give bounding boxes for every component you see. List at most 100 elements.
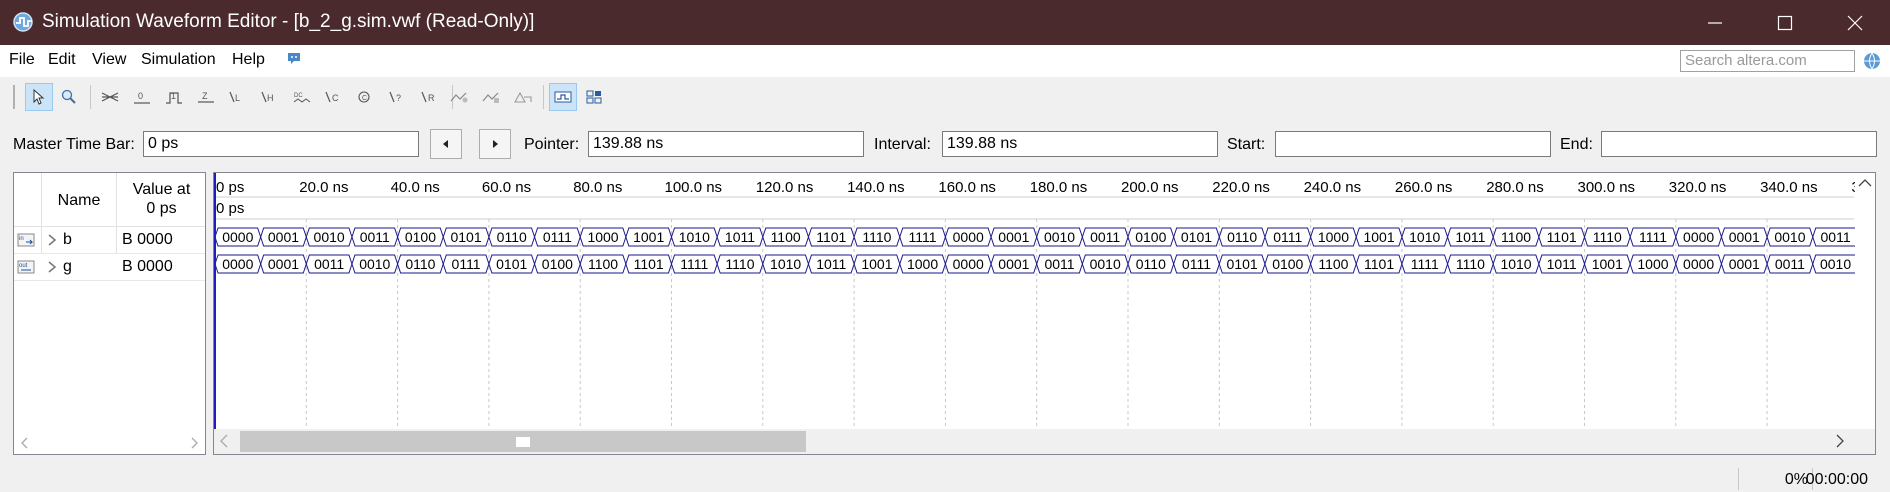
search-input[interactable]: Search altera.com [1680, 50, 1855, 72]
force-unknown-button[interactable] [96, 83, 124, 111]
menu-file[interactable]: File [9, 51, 35, 69]
waveform-view-icon [554, 91, 572, 103]
count-value-button[interactable]: C [352, 83, 380, 111]
svg-text:H: H [267, 93, 274, 103]
waveform-view-button[interactable] [549, 83, 577, 111]
waveform-value-label: 0110 [1136, 256, 1166, 272]
scroll-left-icon[interactable] [20, 437, 30, 449]
waveform-value-label: 0000 [222, 229, 253, 245]
generate-netlist-button[interactable] [509, 83, 537, 111]
waveform-value-label: 0010 [1044, 229, 1075, 245]
generate-netlist-icon [514, 91, 532, 103]
time-tick-label: 100.0 ns [665, 179, 723, 196]
status-bar: 0% 00:00:00 [0, 466, 1890, 492]
time-tick-label: 300.0 ns [1578, 179, 1636, 196]
time-tick-label: 120.0 ns [756, 179, 814, 196]
force-low-button[interactable]: 0 [128, 83, 156, 111]
waveform-value-label: 0010 [1774, 229, 1805, 245]
run-timing-simulation-button[interactable] [477, 83, 505, 111]
selection-tool-button[interactable] [25, 83, 53, 111]
start-field[interactable] [1275, 131, 1551, 157]
waveform-value-label: 0110 [405, 256, 435, 272]
elapsed-time-text: 00:00:00 [1805, 471, 1868, 488]
svg-text:DC: DC [294, 93, 303, 99]
signal-name: g [63, 258, 72, 275]
force-high-button[interactable]: 1 [160, 83, 188, 111]
waveform-panel[interactable]: 0 ps 20.0 ns 40.0 ns 60.0 ns 80.0 ns 100.0 ns… [213, 172, 1876, 455]
waveform-value-label: 0010 [314, 229, 345, 245]
interval-field[interactable]: 139.88 ns [942, 131, 1218, 157]
waveform-value-label: 1110 [862, 229, 891, 245]
help-chat-icon[interactable] [286, 51, 302, 67]
waveform-value-label: 0101 [450, 229, 481, 245]
svg-text:R: R [428, 93, 435, 103]
waveform-value-label: 1101 [1364, 256, 1394, 272]
window-title: Simulation Waveform Editor - [b_2_g.sim.… [42, 11, 535, 32]
force-weak-high-button[interactable]: H [256, 83, 284, 111]
next-transition-button[interactable] [479, 129, 511, 159]
waveform-value-label: 0101 [496, 256, 527, 272]
waveform-value-label: 0000 [953, 229, 984, 245]
force-dont-care-button[interactable]: DC [288, 83, 316, 111]
value-column-header[interactable]: Value at 0 ps [118, 180, 205, 218]
master-time-bar-field[interactable]: 0 ps [143, 131, 419, 157]
waveform-value-label: 0011 [1044, 256, 1074, 272]
menu-help[interactable]: Help [232, 51, 265, 69]
force-weak-low-button[interactable]: L [224, 83, 252, 111]
toolbar-separator [90, 85, 91, 109]
time-tick-label: 160.0 ns [938, 179, 996, 196]
force-high-impedance-button[interactable]: Z [192, 83, 220, 111]
time-tick-label: 40.0 ns [391, 179, 440, 196]
waveform-value-label: 0101 [1227, 256, 1258, 272]
time-tick-label: 220.0 ns [1212, 179, 1270, 196]
close-button[interactable] [1820, 0, 1890, 45]
waveform-value-label: 1101 [1547, 229, 1577, 245]
clock-button[interactable]: ? [384, 83, 412, 111]
input-pin-icon: in [17, 233, 35, 247]
interval-label: Interval: [874, 136, 931, 153]
scroll-thumb-grip[interactable] [516, 437, 530, 447]
run-functional-simulation-button-2[interactable] [445, 83, 473, 111]
clock-icon: ? [389, 91, 401, 103]
waveform-value-label: 1111 [909, 229, 937, 245]
waveform-value-label: 1010 [1409, 229, 1440, 245]
name-column-header[interactable]: Name [42, 191, 116, 210]
grid-view-button[interactable] [581, 83, 609, 111]
chevron-right-icon[interactable] [46, 260, 58, 274]
waveform-value-label: 0001 [1729, 229, 1760, 245]
waveform-canvas[interactable]: 0 ps 20.0 ns 40.0 ns 60.0 ns 80.0 ns 100.0 ns… [214, 173, 1875, 454]
menu-simulation[interactable]: Simulation [141, 51, 216, 69]
waveform-value-label: 0000 [1683, 256, 1714, 272]
scroll-right-icon[interactable] [189, 437, 199, 449]
menu-edit[interactable]: Edit [48, 51, 76, 69]
signal-row-b[interactable]: in b B 0000 [14, 227, 205, 253]
maximize-icon [1777, 15, 1793, 30]
menu-view[interactable]: View [92, 51, 126, 69]
previous-transition-button[interactable] [430, 129, 462, 159]
arbitrary-value-button[interactable]: R [416, 83, 444, 111]
signal-list-scrollbar[interactable] [14, 432, 205, 454]
pointer-field[interactable]: 139.88 ns [588, 131, 864, 157]
quartus-waveform-icon [13, 12, 33, 32]
chevron-right-icon[interactable] [46, 233, 58, 247]
zoom-tool-button[interactable] [55, 83, 83, 111]
minimize-button[interactable] [1680, 0, 1750, 45]
maximize-button[interactable] [1750, 0, 1820, 45]
waveform-value-label: 0111 [1182, 256, 1211, 272]
force-high-icon: 1 [166, 91, 182, 104]
signal-row-g[interactable]: out g B 0000 [14, 254, 205, 280]
force-weak-high-icon: H [261, 91, 274, 103]
waveform-value-label: 1011 [725, 229, 755, 245]
waveform-value-label: 1100 [588, 256, 618, 272]
signal-name: b [63, 231, 72, 248]
globe-search-icon[interactable] [1862, 51, 1882, 71]
force-high-impedance-icon: Z [198, 91, 214, 103]
waveform-value-label: 0010 [359, 256, 390, 272]
end-field[interactable] [1601, 131, 1877, 157]
force-unknown-icon [101, 92, 119, 102]
invert-button[interactable]: C [320, 83, 348, 111]
close-icon [1847, 15, 1863, 30]
selection-tool-icon [33, 89, 45, 105]
signal-list-panel: Name Value at 0 ps in b B 0000 out g B 0… [13, 172, 206, 455]
svg-text:?: ? [396, 93, 401, 103]
